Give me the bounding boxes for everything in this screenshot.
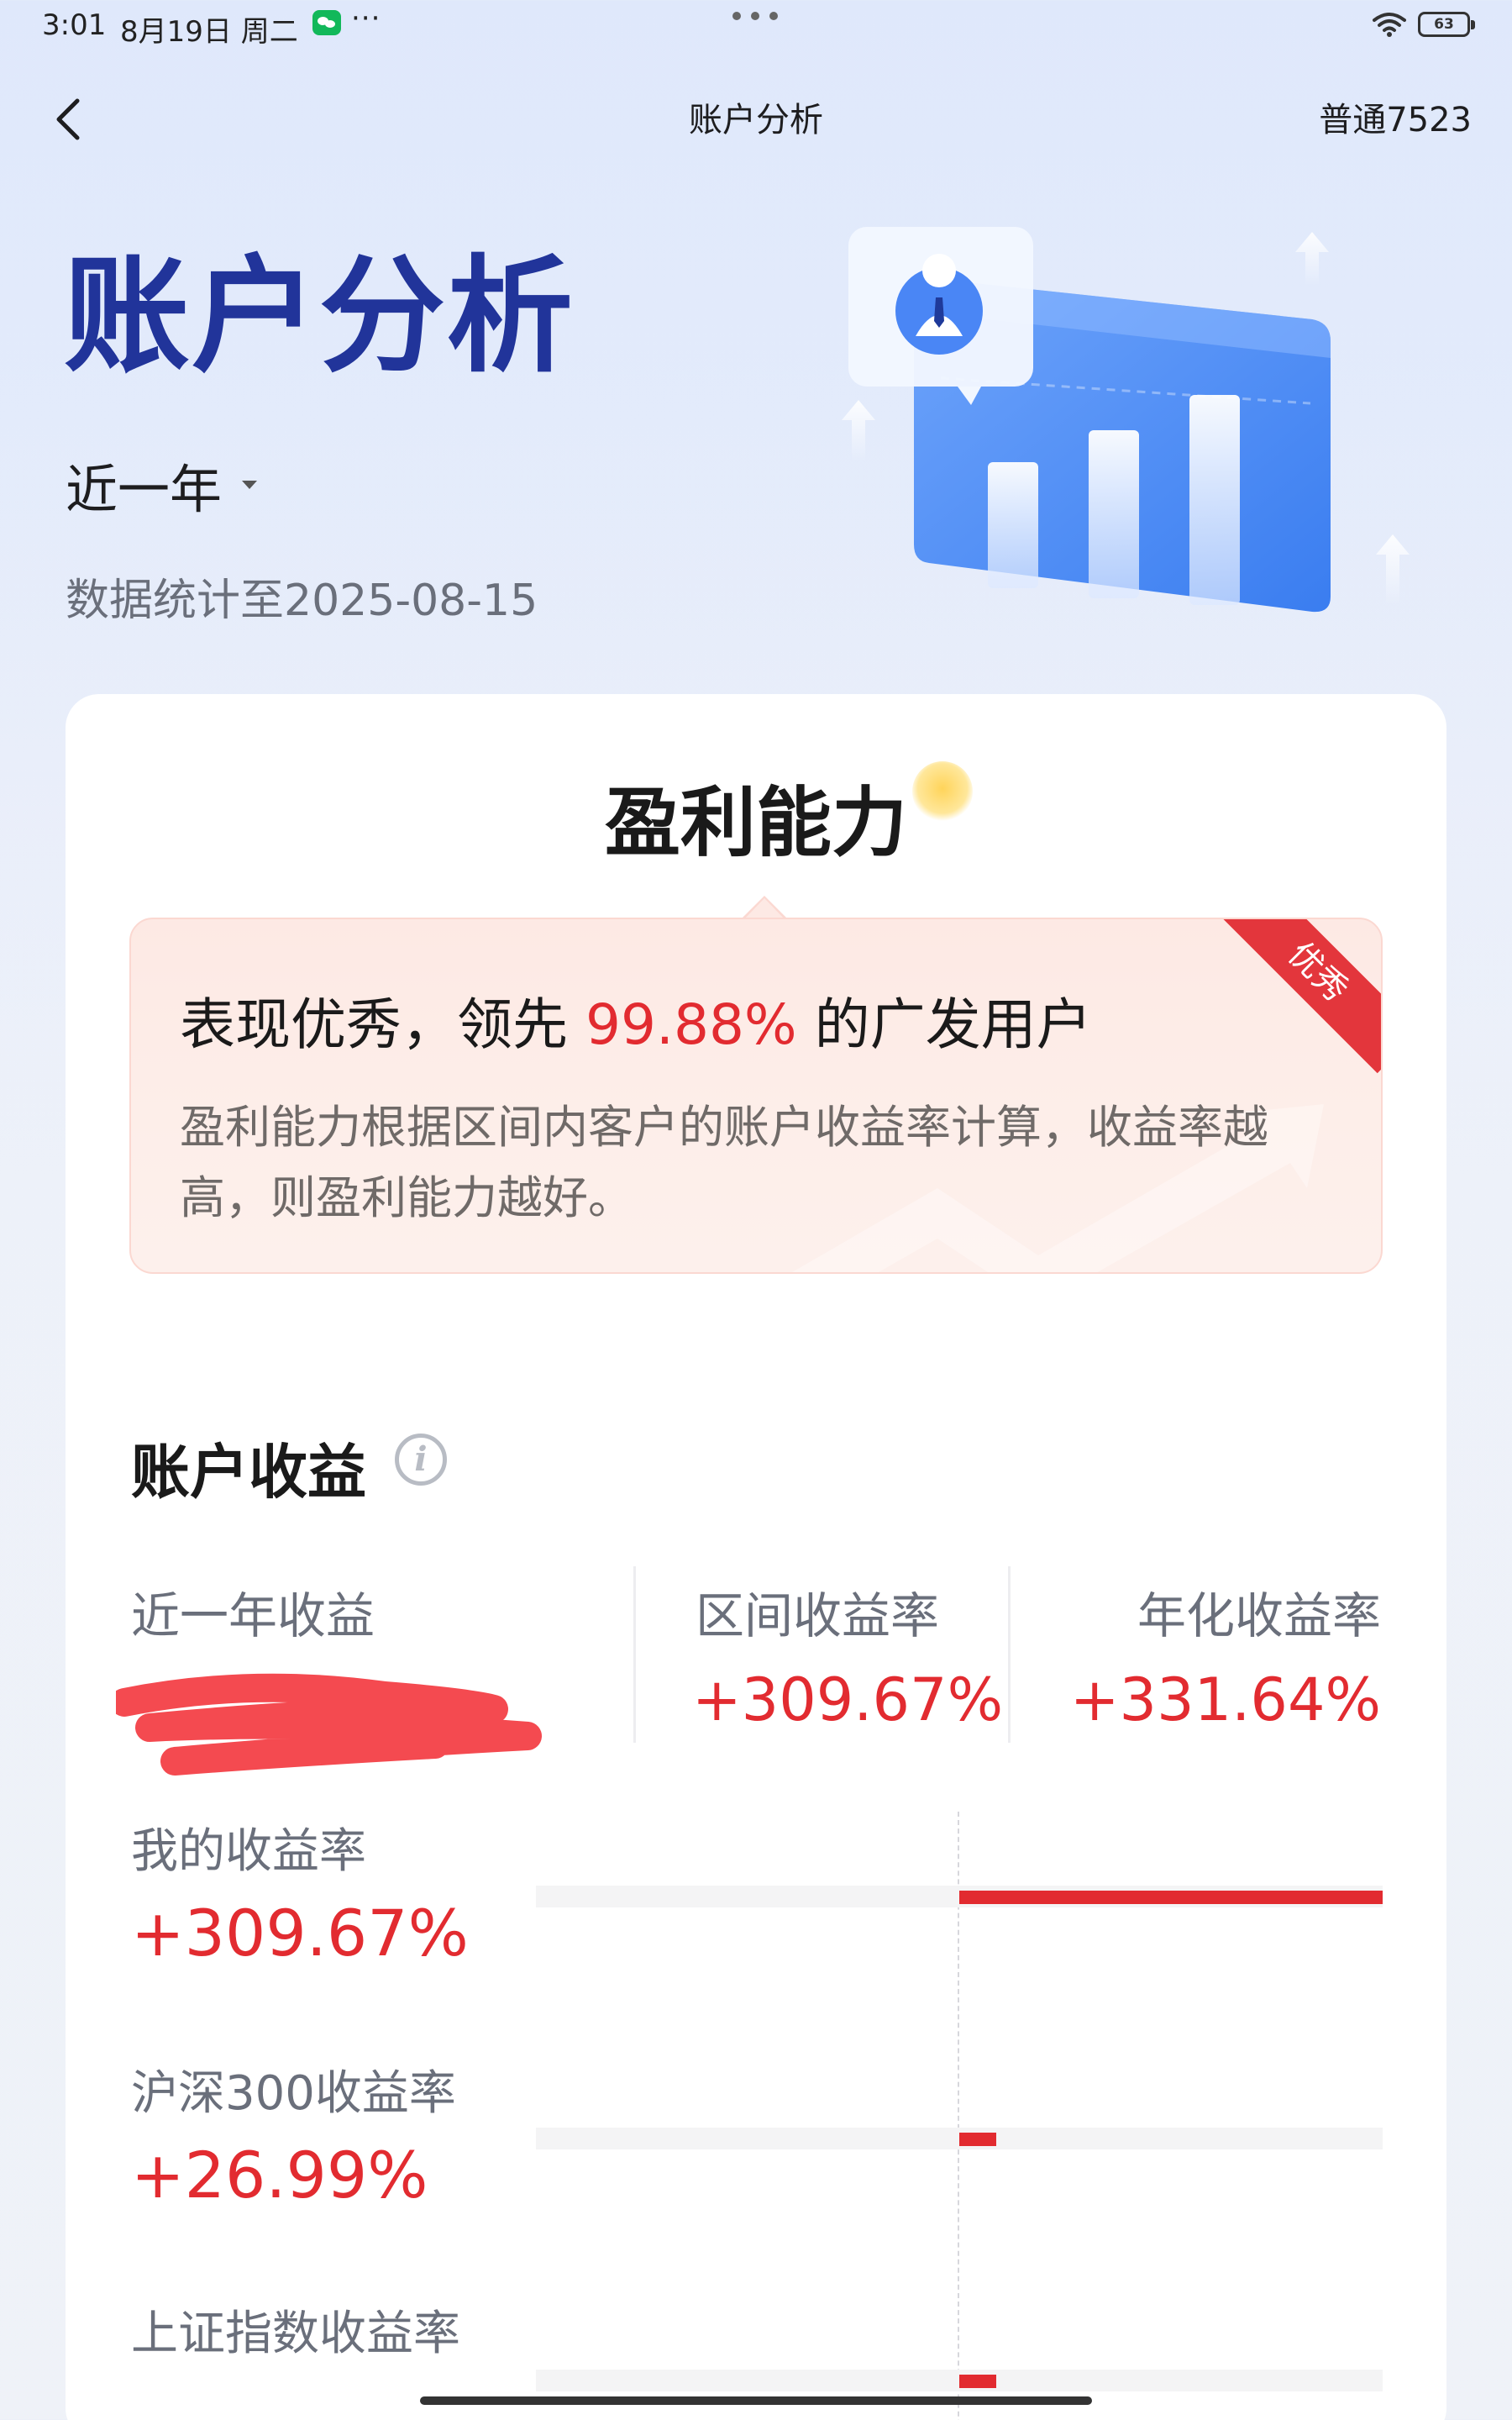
period-selector[interactable]: 近一年 <box>66 447 258 523</box>
earnings-section-title: 账户收益 <box>131 1438 366 1507</box>
performance-box: 优秀 表现优秀，领先 99.88% 的广发用户 盈利能力根据区间内客户的账户收益… <box>129 918 1383 1274</box>
wechat-icon <box>312 10 341 35</box>
performance-description: 盈利能力根据区间内客户的账户收益率计算，收益率越高，则盈利能力越好。 <box>180 1101 1268 1224</box>
compare-label-my-rate: 我的收益率 <box>131 1824 366 1879</box>
period-label: 近一年 <box>66 459 223 520</box>
status-date: 8月19日 周二 <box>120 15 298 49</box>
metric-value-interval-rate: +309.67% <box>692 1665 1004 1734</box>
caret-down-icon <box>242 481 258 489</box>
headline-percent: 99.88% <box>585 992 797 1057</box>
status-time: 3:01 <box>42 8 107 42</box>
battery-icon: 63 <box>1418 12 1475 37</box>
callout-pointer <box>741 896 788 920</box>
redacted-value-scribble <box>116 1673 542 1776</box>
wifi-icon <box>1373 13 1406 37</box>
analysis-card: 盈利能力 优秀 表现优秀，领先 99.88% 的广发用户 盈利能力根据区间内客户… <box>66 694 1446 2420</box>
chart-illustration <box>842 227 1410 613</box>
nav-title: 账户分析 <box>689 101 823 139</box>
metric-value-annualized-rate: +331.64% <box>1069 1665 1381 1734</box>
data-date: 数据统计至2025-08-15 <box>66 576 538 626</box>
compare-value-csi300-rate: +26.99% <box>131 2138 428 2212</box>
metric-label-interval-rate: 区间收益率 <box>696 1587 940 1644</box>
metric-divider <box>633 1566 636 1743</box>
compare-bar-my-rate <box>959 1891 1383 1904</box>
compare-value-my-rate: +309.67% <box>131 1896 469 1970</box>
account-selector[interactable]: 普通7523 <box>1319 92 1472 141</box>
window-handle-dots-icon[interactable] <box>732 12 780 22</box>
page-title: 账户分析 <box>64 244 575 390</box>
compare-bar-csi300-rate <box>959 2133 996 2146</box>
compare-label-sse-rate: 上证指数收益率 <box>131 2307 460 2361</box>
metric-label-annualized-rate: 年化收益率 <box>1137 1587 1381 1644</box>
home-indicator[interactable] <box>420 2396 1092 2405</box>
status-more-dots: ··· <box>351 2 381 35</box>
compare-label-csi300-rate: 沪深300收益率 <box>131 2066 456 2121</box>
metric-label-year-earnings: 近一年收益 <box>131 1587 375 1644</box>
headline-prefix: 表现优秀，领先 <box>180 992 585 1057</box>
performance-headline: 表现优秀，领先 99.88% 的广发用户 <box>180 980 1092 1060</box>
headline-suffix: 的广发用户 <box>796 992 1092 1057</box>
excellent-badge: 优秀 <box>1216 919 1381 1074</box>
status-bar: 3:01 8月19日 周二 ··· 63 <box>0 0 1512 52</box>
profit-section-title: 盈利能力 <box>605 779 907 867</box>
info-icon[interactable]: i <box>395 1434 447 1486</box>
compare-bar-sse-rate <box>959 2375 996 2388</box>
metric-divider <box>1008 1566 1011 1743</box>
